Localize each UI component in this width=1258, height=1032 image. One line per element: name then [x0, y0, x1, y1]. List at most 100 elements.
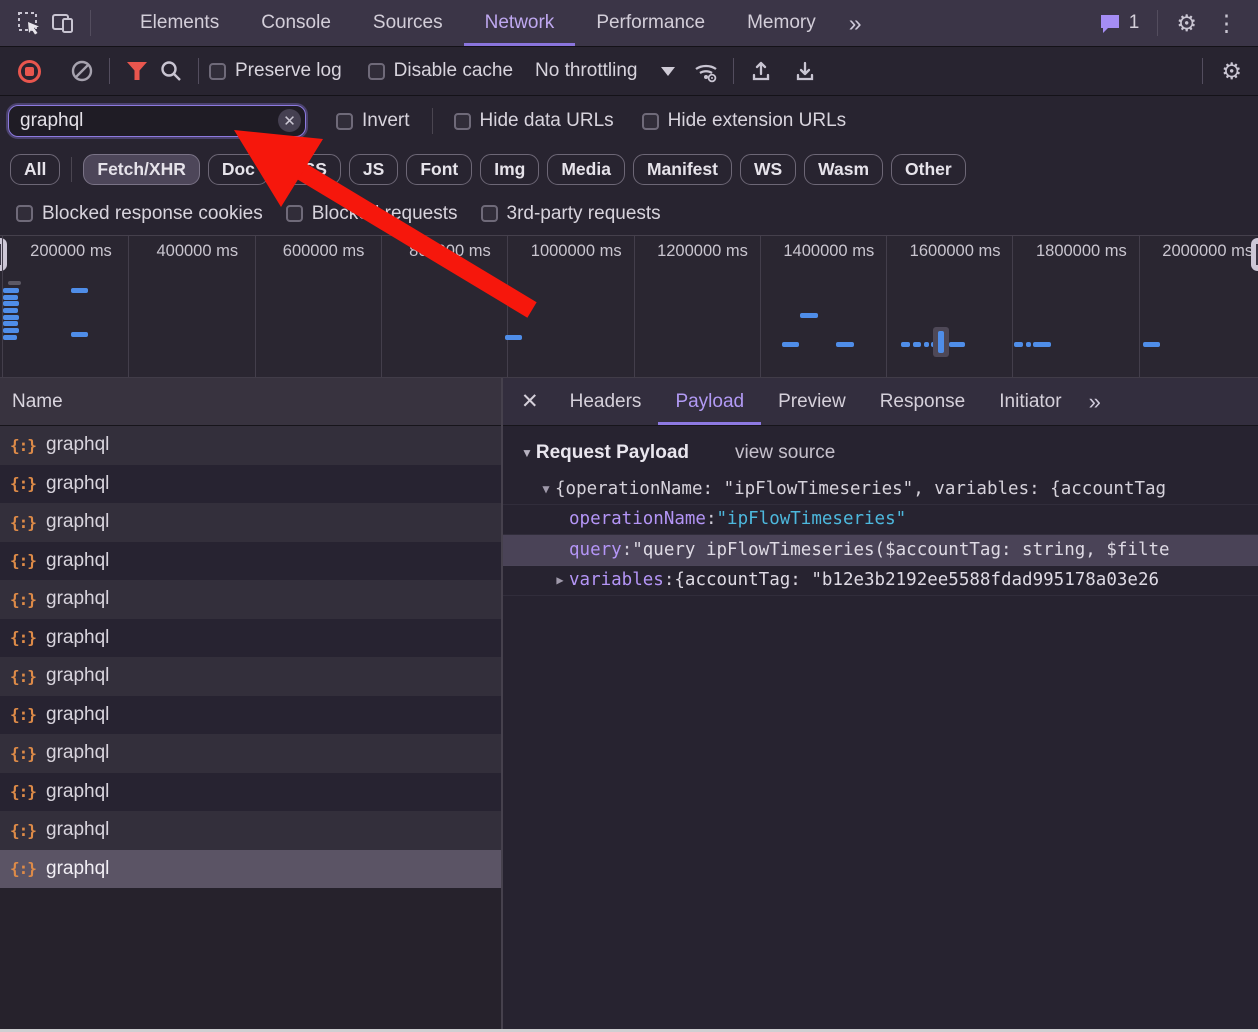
import-har-icon[interactable]	[744, 54, 778, 88]
request-row[interactable]: {:}graphql	[0, 773, 501, 812]
payload-row[interactable]: query: "query ipFlowTimeseries($accountT…	[503, 535, 1258, 566]
more-detail-tabs-chevron-icon[interactable]: »	[1079, 378, 1111, 425]
3rd-party-requests-checkbox[interactable]	[481, 205, 498, 222]
tab-memory[interactable]: Memory	[726, 0, 837, 46]
request-row[interactable]: {:}graphql	[0, 734, 501, 773]
request-row[interactable]: {:}graphql	[0, 580, 501, 619]
filter-chip-ws[interactable]: WS	[740, 154, 796, 185]
filter-chip-font[interactable]: Font	[406, 154, 472, 185]
filter-chip-fetch-xhr[interactable]: Fetch/XHR	[83, 154, 199, 185]
filter-chip-other[interactable]: Other	[891, 154, 966, 185]
fetch-xhr-icon: {:}	[10, 474, 36, 493]
request-row[interactable]: {:}graphql	[0, 696, 501, 735]
hide-extension-urls-checkbox[interactable]	[642, 113, 659, 130]
divider	[90, 10, 91, 36]
invert-checkbox[interactable]	[336, 113, 353, 130]
settings-gear-icon[interactable]: ⚙	[1168, 10, 1205, 37]
filter-chip-media[interactable]: Media	[547, 154, 625, 185]
tab-network[interactable]: Network	[464, 0, 576, 46]
name-column-header[interactable]: Name	[0, 378, 501, 426]
clear-filter-icon[interactable]: ✕	[278, 109, 301, 132]
payload-row[interactable]: operationName: "ipFlowTimeseries"	[503, 505, 1258, 536]
export-har-icon[interactable]	[788, 54, 822, 88]
detail-tab-payload[interactable]: Payload	[658, 378, 761, 425]
fetch-xhr-icon: {:}	[10, 744, 36, 763]
request-row[interactable]: {:}graphql	[0, 811, 501, 850]
filter-chip-wasm[interactable]: Wasm	[804, 154, 883, 185]
clear-network-log-icon[interactable]	[65, 54, 99, 88]
hide-extension-urls-label: Hide extension URLs	[668, 110, 846, 132]
tab-sources[interactable]: Sources	[352, 0, 464, 46]
preserve-log-checkbox[interactable]	[209, 63, 226, 80]
throttling-dropdown[interactable]: No throttling	[535, 60, 675, 82]
collapse-triangle-icon[interactable]: ▼	[537, 482, 555, 496]
preserve-log-label: Preserve log	[235, 60, 342, 82]
detail-tab-preview[interactable]: Preview	[761, 378, 863, 425]
request-row[interactable]: {:}graphql	[0, 850, 501, 889]
divider	[432, 108, 433, 134]
request-name: graphql	[46, 665, 109, 687]
request-name: graphql	[46, 511, 109, 533]
request-row[interactable]: {:}graphql	[0, 465, 501, 504]
timeline-tick-label: 1000000 ms	[520, 242, 632, 261]
filter-input[interactable]	[8, 105, 306, 137]
disable-cache-checkbox[interactable]	[368, 63, 385, 80]
network-overview-timeline[interactable]: 200000 ms400000 ms600000 ms800000 ms1000…	[0, 235, 1258, 378]
detail-tab-headers[interactable]: Headers	[553, 378, 659, 425]
network-filter-row: ✕ Invert Hide data URLs Hide extension U…	[0, 96, 1258, 146]
timeline-tick-label: 200000 ms	[15, 242, 127, 261]
divider	[733, 58, 734, 84]
request-name: graphql	[46, 781, 109, 803]
request-timing-bar	[3, 335, 17, 340]
request-row[interactable]: {:}graphql	[0, 426, 501, 465]
close-detail-icon[interactable]: ✕	[503, 378, 553, 425]
network-conditions-icon[interactable]	[689, 54, 723, 88]
filter-funnel-icon[interactable]	[120, 54, 154, 88]
tab-console[interactable]: Console	[240, 0, 352, 46]
tab-elements[interactable]: Elements	[119, 0, 240, 46]
devtools-tabbar: ElementsConsoleSourcesNetworkPerformance…	[0, 0, 1258, 47]
more-tabs-chevron-icon[interactable]: »	[837, 0, 874, 46]
request-row[interactable]: {:}graphql	[0, 619, 501, 658]
console-messages-badge[interactable]: 1	[1098, 11, 1140, 35]
fetch-xhr-icon: {:}	[10, 859, 36, 878]
record-button[interactable]	[18, 60, 41, 83]
timeline-gridline	[1012, 236, 1013, 377]
request-row[interactable]: {:}graphql	[0, 657, 501, 696]
device-toolbar-icon[interactable]	[46, 6, 80, 40]
request-timing-bar	[505, 335, 522, 340]
search-icon[interactable]	[154, 54, 188, 88]
request-timing-bar	[1026, 342, 1031, 347]
request-timing-bar	[3, 295, 18, 300]
view-source-link[interactable]: view source	[735, 442, 835, 464]
request-row[interactable]: {:}graphql	[0, 542, 501, 581]
filter-chip-css[interactable]: CSS	[277, 154, 341, 185]
payload-row[interactable]: ▶variables: {accountTag: "b12e3b2192ee55…	[503, 566, 1258, 597]
blocked-requests-group: Blocked requests	[286, 203, 458, 225]
filter-chip-manifest[interactable]: Manifest	[633, 154, 732, 185]
filter-chip-js[interactable]: JS	[349, 154, 398, 185]
tab-performance[interactable]: Performance	[575, 0, 726, 46]
blocked-response-cookies-checkbox[interactable]	[16, 205, 33, 222]
expand-triangle-icon[interactable]: ▶	[551, 573, 569, 587]
hide-data-urls-checkbox[interactable]	[454, 113, 471, 130]
payload-colon: :	[706, 509, 717, 529]
detail-tab-response[interactable]: Response	[863, 378, 983, 425]
kebab-menu-icon[interactable]: ⋮	[1205, 10, 1248, 37]
blocked-requests-checkbox[interactable]	[286, 205, 303, 222]
payload-key: operationName	[569, 509, 706, 529]
request-timing-bar	[901, 342, 910, 347]
payload-colon: :	[622, 540, 633, 560]
network-settings-gear-icon[interactable]: ⚙	[1213, 58, 1250, 85]
request-row[interactable]: {:}graphql	[0, 503, 501, 542]
inspect-element-icon[interactable]	[12, 6, 46, 40]
filter-chip-all[interactable]: All	[10, 154, 60, 185]
divider	[109, 58, 110, 84]
filter-chip-img[interactable]: Img	[480, 154, 539, 185]
section-collapse-triangle-icon[interactable]: ▼	[521, 446, 533, 460]
filter-chip-doc[interactable]: Doc	[208, 154, 269, 185]
timeline-gridline	[507, 236, 508, 377]
detail-tab-initiator[interactable]: Initiator	[982, 378, 1078, 425]
request-timing-bar	[3, 308, 18, 313]
payload-row[interactable]: ▼{operationName: "ipFlowTimeseries", var…	[503, 474, 1258, 505]
